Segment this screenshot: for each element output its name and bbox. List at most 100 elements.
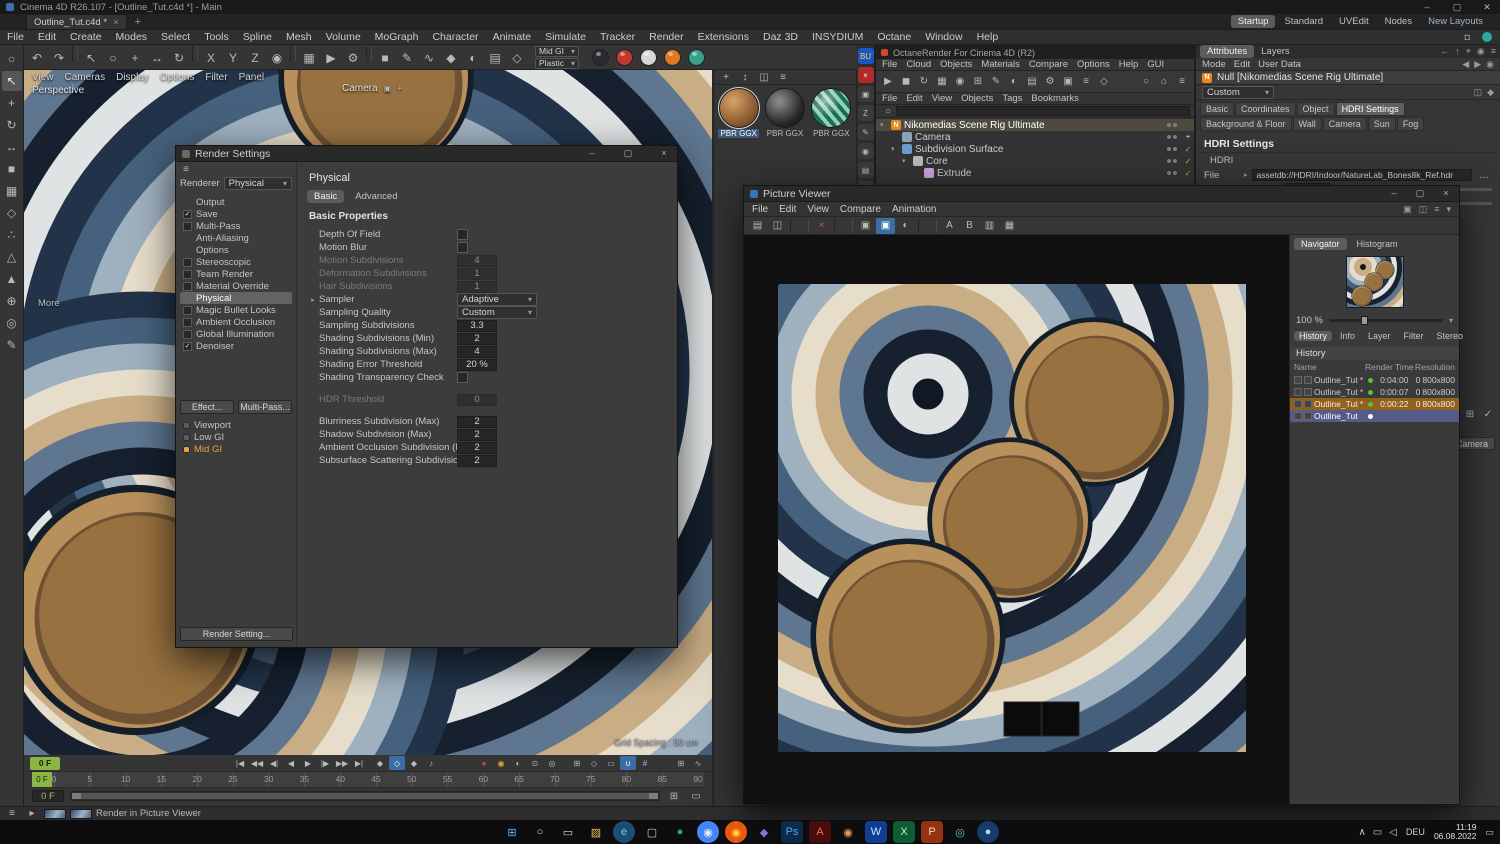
grid-compare-icon[interactable]: ▦ [1000, 218, 1019, 234]
info-tab[interactable]: Layer [1363, 331, 1396, 341]
object-manager-menu-item[interactable]: Bookmarks [1031, 93, 1079, 104]
Outline_Tut[interactable]: Outline_Tut [1290, 410, 1459, 422]
category-checkbox[interactable] [183, 281, 192, 291]
menu-item[interactable]: Daz 3D [756, 31, 805, 43]
render-setting-child[interactable]: Low GI [180, 432, 292, 443]
attributes-header-icon[interactable]: ◉ [1477, 46, 1485, 57]
tray-display-icon[interactable]: ▭ [1373, 827, 1382, 838]
selection-tool-icon[interactable]: ↖ [80, 48, 102, 68]
setting-value-field[interactable]: 4 [457, 345, 497, 358]
layout-tab[interactable]: Startup [1230, 15, 1276, 28]
Outline_Tut *[interactable]: Outline_Tut * 0:00:22 0 800x800 [1290, 398, 1459, 410]
setting-value-field[interactable]: 4 [457, 254, 497, 267]
lock-icon[interactable]: ◉ [1486, 59, 1494, 70]
render-settings-category[interactable]: Output [180, 196, 292, 208]
play-reverse-button[interactable]: ◀ [283, 756, 299, 770]
save-icon[interactable]: ◫ [768, 218, 787, 234]
compare-b-icon[interactable]: B [960, 218, 979, 234]
render-settings-category[interactable]: Material Override [180, 280, 292, 292]
axis-z-button[interactable]: Z [244, 48, 266, 68]
object-manager-menu-item[interactable]: Edit [906, 93, 922, 104]
attribute-strip-icon[interactable]: ✓ [1480, 407, 1496, 421]
octane-tool-icon[interactable]: ≡ [1077, 73, 1095, 91]
octane-menu-item[interactable]: Help [1119, 59, 1139, 70]
minimize-button[interactable]: – [1387, 188, 1401, 199]
setting-value-field[interactable]: 0 [457, 393, 497, 406]
attribute-tab[interactable]: Wall [1292, 117, 1322, 131]
expand-caret-icon[interactable]: ▾ [902, 157, 910, 165]
render-settings-icon[interactable]: ⚙ [342, 48, 364, 68]
object-tag-icon[interactable] [1182, 169, 1194, 178]
history-back-icon[interactable]: ◀ [1462, 59, 1469, 70]
info-tab[interactable]: History [1294, 331, 1333, 341]
attribute-tab[interactable]: Sun [1367, 117, 1396, 131]
taskbar-app-icon[interactable]: ◉ [837, 821, 859, 843]
close-button[interactable]: ✕ [1480, 2, 1494, 13]
document-tab[interactable]: Outline_Tut.c4d * × [26, 14, 127, 29]
render-settings-titlebar[interactable]: Render Settings – ▢ × [176, 146, 677, 162]
quantize-icon[interactable]: # [637, 756, 653, 770]
fcurve-window-icon[interactable]: ∿ [690, 756, 706, 770]
new-tab-button[interactable]: + [127, 16, 149, 28]
object-tag-icon[interactable] [1182, 132, 1194, 142]
axis-x-button[interactable]: X [200, 48, 222, 68]
notification-icon[interactable]: ▭ [1485, 827, 1494, 838]
lock-icon[interactable]: ◘ [1465, 32, 1470, 42]
octane-tool-icon[interactable]: ✎ [987, 73, 1005, 91]
setting-checkbox[interactable] [457, 242, 468, 253]
setting-dropdown[interactable]: Custom [457, 306, 537, 319]
fit-image-icon[interactable]: ▣ [856, 218, 875, 234]
layers-icon[interactable]: ▤ [857, 162, 874, 178]
render-to-picture-viewer-icon[interactable]: ▶ [320, 48, 342, 68]
octane-menu-item[interactable]: Cloud [906, 59, 931, 70]
viewport-menu-item[interactable]: Options [160, 72, 194, 83]
Core[interactable]: ▾ Core [876, 155, 1194, 167]
menu-item[interactable]: Tracker [593, 31, 642, 43]
setting-value-field[interactable]: 1 [457, 280, 497, 293]
setting-dropdown[interactable]: Adaptive [457, 293, 537, 306]
menu-item[interactable]: Extensions [691, 31, 756, 43]
hdri-file-field[interactable]: assetdb://HDRI/Indoor/NatureLab_Bones8k_… [1251, 169, 1472, 181]
multipass-button[interactable]: Multi-Pass... [238, 400, 292, 414]
contrast-icon[interactable]: ◐ [896, 218, 915, 234]
taskbar-excel-icon[interactable]: X [893, 821, 915, 843]
octane-menu-item[interactable]: GUI [1147, 59, 1164, 70]
material-preview-icon[interactable] [664, 48, 681, 66]
snap-grid-icon[interactable]: ⊞ [569, 756, 585, 770]
camera-hud[interactable]: Camera ▣ + [342, 83, 402, 94]
visibility-dots[interactable] [1167, 159, 1179, 163]
open-icon[interactable]: ▤ [748, 218, 767, 234]
tab-histogram[interactable]: Histogram [1350, 238, 1405, 250]
viewport-menu-item[interactable]: Filter [205, 72, 227, 83]
object-tag-icon[interactable] [1182, 157, 1194, 166]
menu-item[interactable]: Spline [236, 31, 279, 43]
field-icon[interactable]: ▤ [484, 48, 506, 68]
close-button[interactable]: × [657, 148, 671, 159]
panel-layout-icon[interactable]: ▣ [1403, 204, 1412, 215]
picture-viewer-titlebar[interactable]: Picture Viewer – ▢ × [744, 186, 1459, 202]
setting-value-field[interactable]: 2 [457, 428, 497, 441]
render-view-icon[interactable]: ▦ [298, 48, 320, 68]
enable-axis-icon[interactable]: ⊕ [2, 291, 22, 311]
material-preview-icon[interactable] [688, 48, 705, 66]
render-settings-category[interactable]: Options [180, 244, 292, 256]
category-checkbox[interactable] [183, 257, 192, 267]
material-item[interactable]: PBR GGX [763, 88, 806, 138]
picture-viewer-menu-item[interactable]: Edit [779, 204, 796, 215]
viewport-menu-item[interactable]: Cameras [65, 72, 106, 83]
category-checkbox[interactable] [183, 209, 192, 219]
object-manager-menu-item[interactable]: View [932, 93, 952, 104]
info-tab[interactable]: Filter [1399, 331, 1429, 341]
hamburger-menu-icon[interactable]: ≡ [178, 162, 194, 176]
picture-viewer-menu-item[interactable]: Compare [840, 204, 881, 215]
zoom-level[interactable]: 100 % [1296, 315, 1323, 326]
duplicate-icon[interactable]: ◫ [756, 70, 772, 84]
snap-enable-icon[interactable]: ∪ [620, 756, 636, 770]
record-button[interactable]: ● [476, 756, 492, 770]
expand-icon[interactable]: ▸ [307, 296, 319, 304]
taskbar-powerpoint-icon[interactable]: P [921, 821, 943, 843]
spline-icon[interactable]: ∿ [418, 48, 440, 68]
preview-range-slider[interactable] [70, 791, 660, 801]
octane-logo-icon[interactable]: BU [857, 48, 874, 64]
taskbar-word-icon[interactable]: W [865, 821, 887, 843]
